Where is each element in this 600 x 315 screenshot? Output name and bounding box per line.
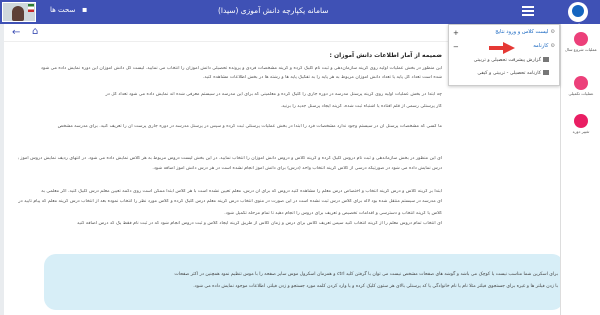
sidebar-item-label: عملیات شروع سال — [564, 47, 598, 52]
gear-icon: ⚙ — [550, 29, 555, 35]
sidebar-item-label: تغییر دوره — [572, 129, 590, 134]
ministry-logo: وزارت آموزش و پرورش — [564, 2, 592, 33]
user-avatar[interactable] — [2, 2, 36, 22]
content-toolbar: ← ⌂ — [4, 24, 448, 42]
collapse-icon[interactable]: − — [453, 43, 459, 52]
sidebar: عملیات شروع سال عملیات تکمیلی تغییر دوره — [560, 24, 600, 315]
app-title: سامانه یکپارچه دانش آموزی (سیدا) — [218, 6, 329, 15]
gear-icon — [574, 114, 588, 128]
home-icon[interactable]: ⌂ — [32, 26, 38, 37]
flag-icon — [28, 4, 34, 12]
red-arrow-icon — [489, 42, 515, 54]
paragraph: ابتدا بر گزینه کلاس و درس گزینه انتخاب و… — [41, 189, 442, 194]
sidebar-item-change-period[interactable]: تغییر دوره — [563, 114, 599, 134]
paragraph: ای این منظور در بخش سازماندهی و ثبت نام … — [18, 156, 442, 161]
paragraph: این منظور در بخش عملیات اولیه روی گزینه … — [40, 66, 442, 71]
menu-item-label: لیست کلاس و ورود نتایج — [495, 29, 549, 35]
menu-item-label: کارنامه تحصیلی - تربیتی و کیفی — [477, 71, 541, 76]
book-icon — [543, 57, 549, 62]
paragraph: ما کسی که مشخصات پرسنل آن در سیستم وجود … — [57, 124, 442, 129]
paragraph: ای مدرسه در سیستم منتقل شده بود لاله برا… — [18, 199, 442, 204]
menu-item-label: گزارش پیشرفت تحصیلی و تربیتی — [473, 58, 541, 63]
menu-item-class-list[interactable]: ⚙لیست کلاس و ورود نتایج + — [451, 29, 555, 40]
menu-item-label: کارنامه — [533, 43, 549, 49]
top-bar: سحت ها ▪ سامانه یکپارچه دانش آموزی (سیدا… — [0, 0, 600, 24]
paragraph: کار پرسنلی رسمی از قلم افتاده یا اشتباه … — [280, 104, 442, 109]
menu-item-progress-report[interactable]: گزارش پیشرفت تحصیلی و تربیتی — [451, 57, 555, 68]
seal-icon — [572, 5, 584, 17]
book-icon — [543, 70, 549, 75]
expand-icon[interactable]: + — [453, 29, 459, 38]
folder-icon — [574, 76, 588, 90]
sahat-label[interactable]: سحت ها — [50, 6, 75, 14]
folder-icon[interactable]: ▪ — [82, 5, 87, 14]
tip-line: برای اسکرین شما مناسب نیست یا کوچک می با… — [174, 272, 558, 277]
menu-item-academic-card[interactable]: کارنامه تحصیلی - تربیتی و کیفی — [451, 70, 555, 81]
sidebar-item-supplementary[interactable]: عملیات تکمیلی — [563, 76, 599, 96]
folder-icon — [574, 32, 588, 46]
menu-toggle-icon[interactable] — [522, 6, 534, 16]
paragraph: شده است تعداد کل پایه یا تعداد دانش آموز… — [202, 75, 442, 80]
paragraph: چه ابتدا در بخش عملیات اولیه روی گزینه پ… — [105, 92, 442, 97]
gear-icon: ⚙ — [550, 43, 555, 49]
sidebar-item-year-start[interactable]: عملیات شروع سال — [563, 32, 599, 52]
sidebar-item-label: عملیات تکمیلی — [568, 91, 594, 96]
tip-box: برای اسکرین شما مناسب نیست یا کوچک می با… — [44, 254, 564, 310]
paragraph: ای انتخاب تمام دروس معلم را از گزینه انت… — [77, 221, 442, 226]
paragraph: درس نمایش داده می شود در صورتیکه درسی از… — [152, 166, 442, 171]
section-heading: ضمیمه از آمار اطلاعات دانش آموزان : — [329, 52, 442, 59]
portrait-icon — [12, 6, 24, 21]
paragraph: کلاس یا گزینه انتخاب و دسترسی و اقدامات … — [224, 211, 442, 216]
back-arrow-icon[interactable]: ← — [12, 27, 20, 38]
submenu-dropdown: ⚙لیست کلاس و ورود نتایج + ⚙کارنامه − گزا… — [448, 24, 560, 86]
tip-line: با زدن فیلتر ها و غیره برای جستجوی فیلتر… — [193, 284, 558, 289]
